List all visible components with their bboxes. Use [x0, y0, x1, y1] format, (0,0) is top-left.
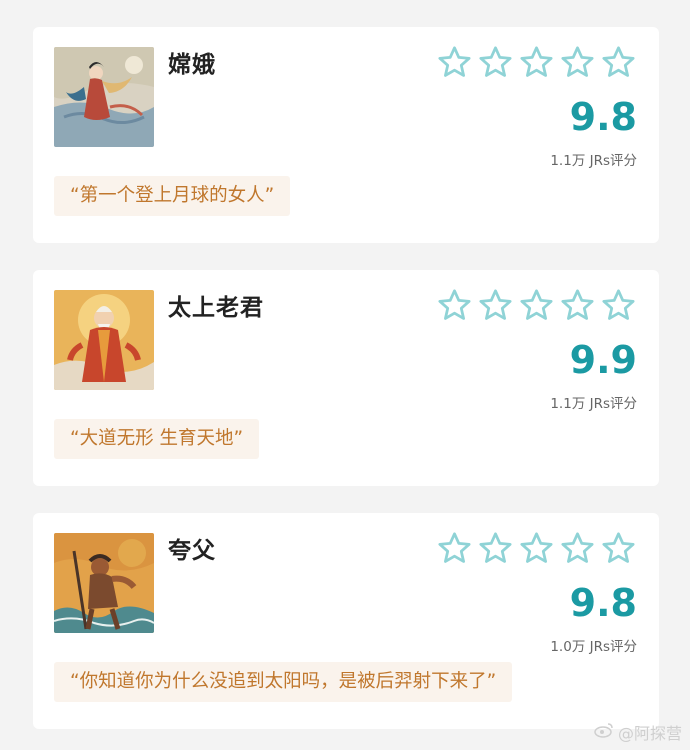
character-name: 嫦娥	[168, 52, 216, 78]
star-outline-icon[interactable]	[600, 287, 637, 324]
kuafu-portrait-icon[interactable]	[54, 533, 154, 633]
rating-card[interactable]: 夸父 9.8 1.0万 JRs评分 “你知道你为什么没追到太阳吗，是被后羿射下来…	[33, 513, 659, 729]
score-value: 9.9	[569, 338, 637, 382]
rating-count: 1.1万 JRs评分	[550, 153, 637, 169]
rating-card[interactable]: 太上老君 9.9 1.1万 JRs评分 “大道无形 生育天地”	[33, 270, 659, 486]
quote-text: “第一个登上月球的女人”	[54, 176, 291, 216]
star-outline-icon[interactable]	[477, 44, 514, 81]
star-outline-icon[interactable]	[600, 44, 637, 81]
quote-text: “大道无形 生育天地”	[54, 419, 260, 459]
star-outline-icon[interactable]	[600, 530, 637, 567]
watermark-text: @阿探营	[617, 724, 682, 743]
star-outline-icon[interactable]	[477, 287, 514, 324]
star-outline-icon[interactable]	[436, 287, 473, 324]
weibo-logo-icon	[594, 722, 614, 742]
watermark: @阿探营	[594, 720, 682, 744]
character-name: 太上老君	[168, 295, 264, 321]
star-outline-icon[interactable]	[559, 44, 596, 81]
star-rating[interactable]	[436, 287, 637, 324]
star-rating[interactable]	[436, 44, 637, 81]
star-outline-icon[interactable]	[518, 44, 555, 81]
star-outline-icon[interactable]	[518, 530, 555, 567]
change-portrait-icon[interactable]	[54, 47, 154, 147]
star-outline-icon[interactable]	[559, 287, 596, 324]
star-outline-icon[interactable]	[477, 530, 514, 567]
star-rating[interactable]	[436, 530, 637, 567]
star-outline-icon[interactable]	[559, 530, 596, 567]
star-outline-icon[interactable]	[436, 44, 473, 81]
star-outline-icon[interactable]	[436, 530, 473, 567]
star-outline-icon[interactable]	[518, 287, 555, 324]
rating-count: 1.0万 JRs评分	[550, 639, 637, 655]
quote-text: “你知道你为什么没追到太阳吗，是被后羿射下来了”	[54, 662, 513, 702]
score-value: 9.8	[569, 581, 637, 625]
laojun-portrait-icon[interactable]	[54, 290, 154, 390]
score-value: 9.8	[569, 95, 637, 139]
rating-count: 1.1万 JRs评分	[550, 396, 637, 412]
character-name: 夸父	[168, 538, 216, 564]
rating-card[interactable]: 嫦娥 9.8 1.1万 JRs评分 “第一个登上月球的女人”	[33, 27, 659, 243]
